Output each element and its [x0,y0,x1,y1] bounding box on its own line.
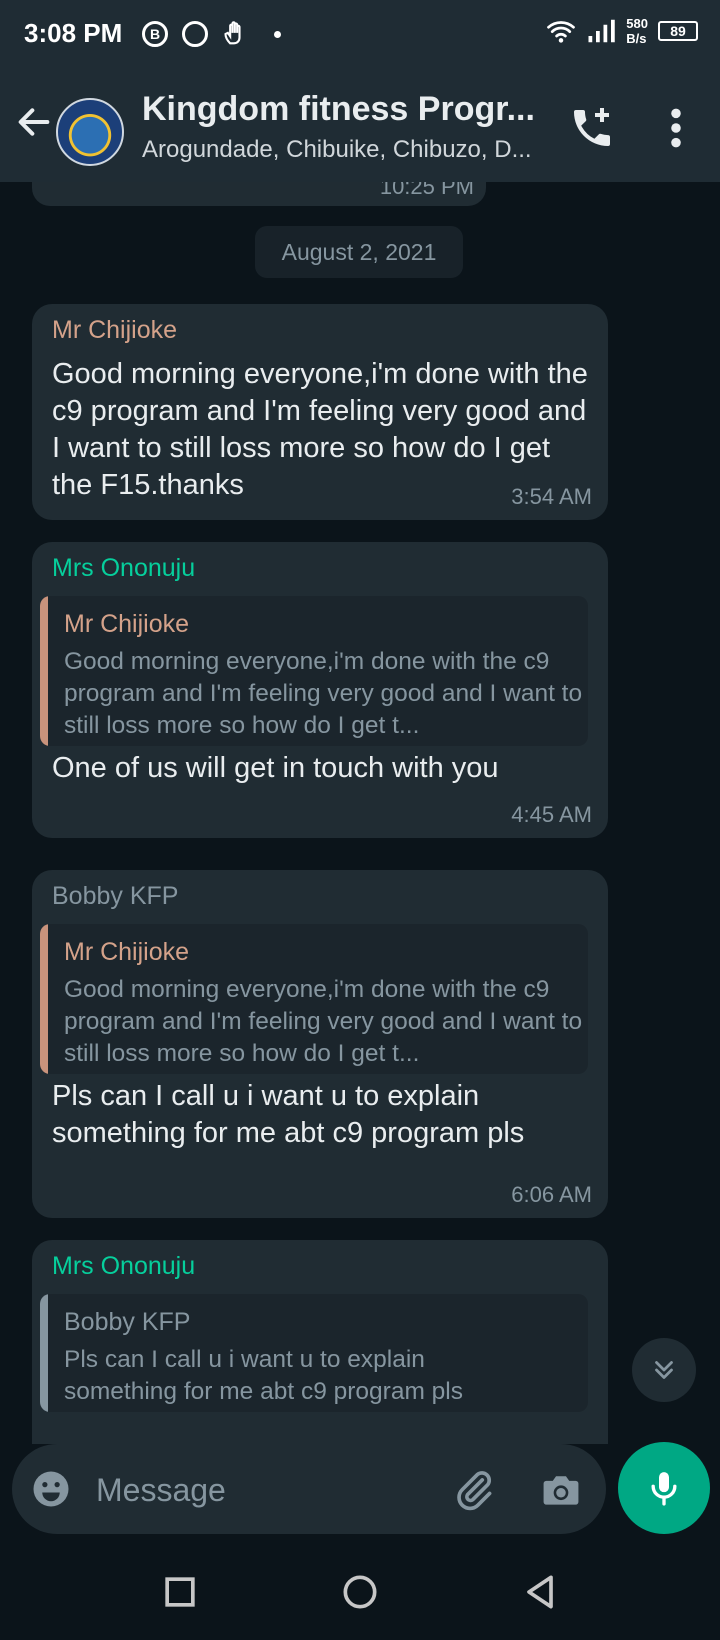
group-members[interactable]: Arogundade, Chibuike, Chibuzo, D... [142,136,532,164]
chat-area[interactable]: 10:25 PM August 2, 2021 Mr Chijioke Good… [0,182,720,1444]
message-text: Pls can I call u i want u to explain som… [52,1080,525,1149]
message-text: Good morning everyone,i'm done with the … [52,358,588,501]
voice-message-button[interactable] [618,1442,710,1534]
quote-bar [40,1294,48,1412]
date-separator: August 2, 2021 [255,226,463,278]
status-time: 3:08 PM [24,18,123,48]
message-text: One of us will get in touch with you [52,752,499,784]
status-right: 580 B/s 89 [546,16,698,46]
camera-icon[interactable] [538,1468,584,1512]
system-nav-bar [0,1546,720,1640]
recents-square-icon[interactable] [158,1570,202,1614]
message-sender[interactable]: Bobby KFP [52,882,178,911]
quote-text: Pls can I call u i want u to explain som… [64,1346,463,1405]
microphone-icon [651,1472,677,1506]
add-call-icon[interactable] [568,104,616,152]
message-time: 6:06 AM [511,1182,592,1207]
message-time: 10:25 PM [379,182,474,199]
message-sender[interactable]: Mrs Ononuju [52,1252,195,1281]
group-avatar[interactable] [56,98,124,166]
back-arrow-icon[interactable] [14,102,54,142]
notification-icons: B [142,20,281,48]
message-sender[interactable]: Mr Chijioke [52,316,177,345]
message-bubble[interactable]: Mrs Ononuju Bobby KFP Pls can I call u i… [32,1240,608,1444]
message-bubble[interactable]: Mrs Ononuju Mr Chijioke Good morning eve… [32,542,608,838]
message-sender[interactable]: Mrs Ononuju [52,554,195,583]
group-title[interactable]: Kingdom fitness Progr... [142,90,535,129]
quote-sender: Mr Chijioke [64,938,190,966]
speed-value: 580 [626,16,648,31]
double-chevron-down-icon [655,1361,673,1379]
globe-notification-icon [182,21,208,47]
quoted-message[interactable]: Mr Chijioke Good morning everyone,i'm do… [40,596,588,746]
b-notification-icon: B [142,21,168,47]
wifi-icon [547,21,576,43]
message-input[interactable] [94,1464,428,1516]
quote-bar [40,596,48,746]
message-bubble[interactable]: Bobby KFP Mr Chijioke Good morning every… [32,870,608,1218]
status-bar: 3:08 PM B 580 B/s 89 [0,0,720,76]
quote-text: Good morning everyone,i'm done with the … [64,976,583,1067]
more-options-icon[interactable] [664,106,688,150]
message-bubble-partial[interactable]: 10:25 PM [32,182,486,206]
home-circle-icon[interactable] [338,1570,382,1614]
quoted-message[interactable]: Bobby KFP Pls can I call u i want u to e… [40,1294,588,1412]
speed-unit: B/s [626,31,647,46]
wave-hand-icon [224,21,241,45]
battery-icon: 89 [658,21,698,41]
chat-header: Kingdom fitness Progr... Arogundade, Chi… [0,76,720,182]
network-speed: 580 B/s [626,16,648,46]
quote-text: Good morning everyone,i'm done with the … [64,648,583,739]
attach-icon[interactable] [452,1468,496,1512]
message-composer [12,1444,606,1534]
quote-sender: Mr Chijioke [64,610,190,638]
message-bubble[interactable]: Mr Chijioke Good morning everyone,i'm do… [32,304,608,520]
quote-sender: Bobby KFP [64,1308,191,1336]
notification-dot [274,30,281,38]
scroll-to-bottom-button[interactable] [632,1338,696,1402]
signal-icon [588,19,616,43]
back-triangle-icon[interactable] [518,1570,562,1614]
emoji-icon[interactable] [30,1468,72,1510]
quote-bar [40,924,48,1074]
quoted-message[interactable]: Mr Chijioke Good morning everyone,i'm do… [40,924,588,1074]
message-time: 3:54 AM [511,484,592,509]
message-time: 4:45 AM [511,802,592,827]
battery-level: 89 [670,23,686,39]
